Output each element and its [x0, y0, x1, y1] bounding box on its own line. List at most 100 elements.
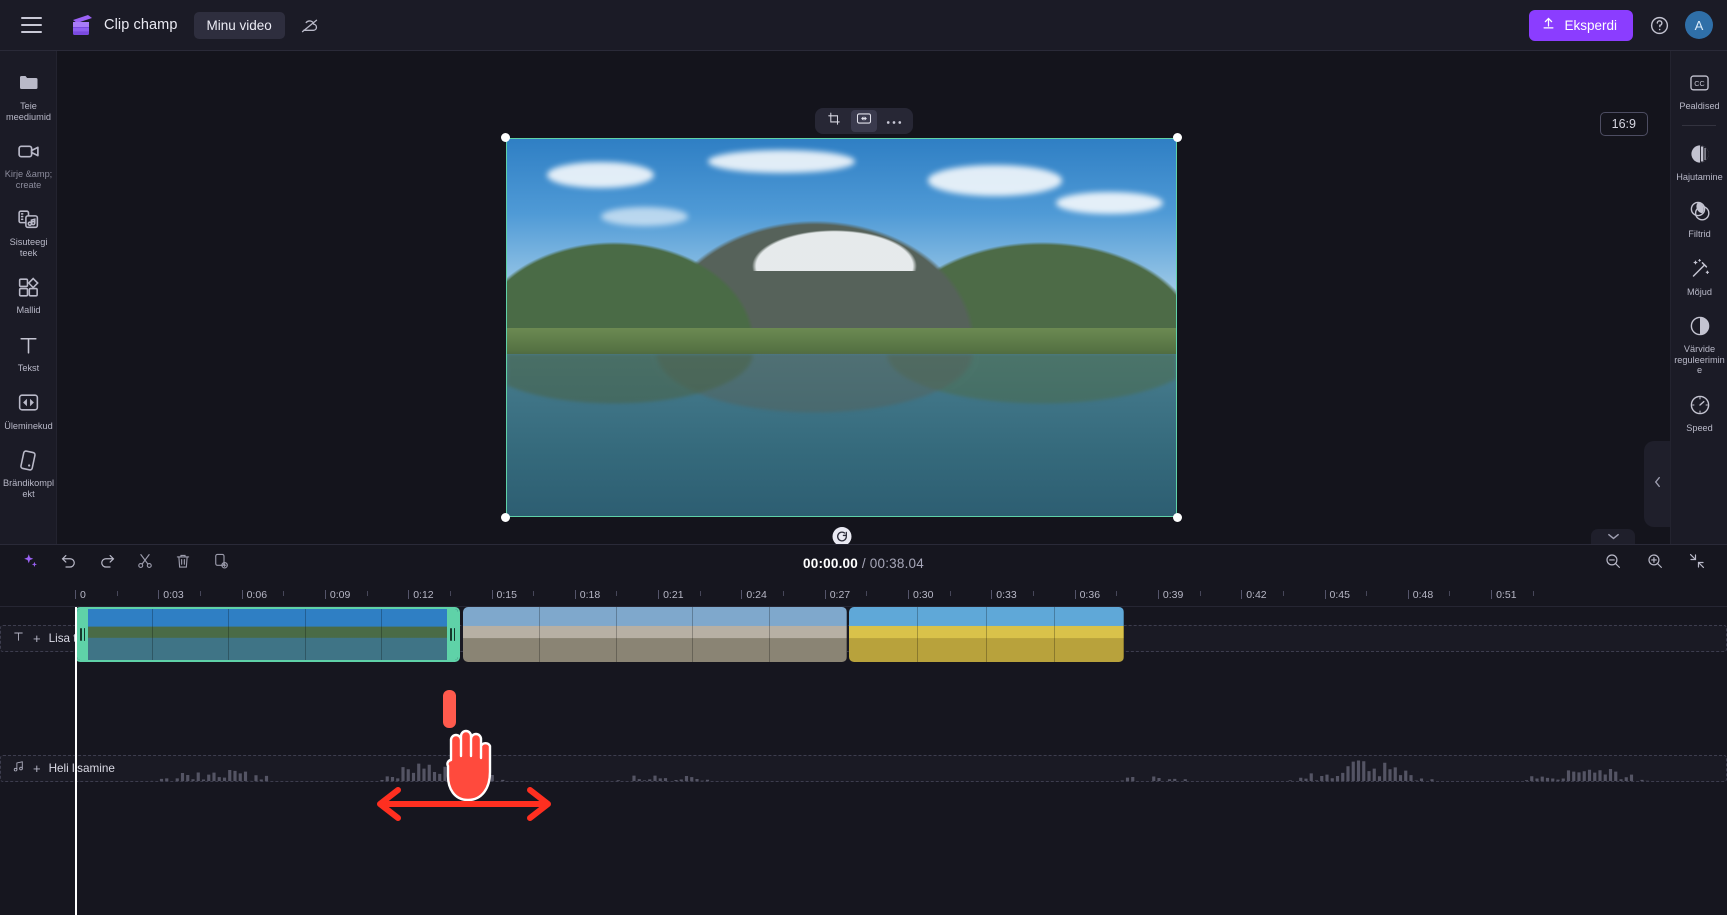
clip-thumbnail [229, 609, 305, 660]
video-clip-1[interactable] [75, 607, 460, 662]
video-clip-3[interactable] [849, 607, 1124, 662]
resize-handle-bottom-left[interactable] [501, 513, 510, 522]
ruler-tick-minor [200, 591, 201, 596]
audio-waveform [151, 756, 1726, 782]
ruler-tick-minor [1533, 591, 1534, 596]
brand[interactable]: Clip champ [70, 14, 178, 36]
undo-button[interactable] [56, 551, 81, 576]
timeline-collapse-button[interactable] [1591, 529, 1635, 544]
fade-icon [1687, 141, 1713, 167]
ruler-tick [1325, 590, 1326, 599]
aspect-ratio-button[interactable]: 16:9 [1600, 112, 1648, 136]
ruler-label: 0:39 [1163, 589, 1183, 601]
clip-thumbnail [153, 609, 229, 660]
sidebar-item-your-media[interactable]: Teie meediumid [0, 61, 57, 129]
add-text-plus[interactable]: + [33, 631, 41, 646]
right-panel-collapse-button[interactable] [1644, 441, 1670, 527]
clip-thumbnail [987, 607, 1056, 662]
hamburger-icon[interactable] [14, 8, 48, 42]
timeline-zoom-controls [1600, 551, 1709, 576]
zoom-in-button[interactable] [1642, 551, 1667, 576]
ai-suggest-button[interactable] [18, 551, 43, 576]
trim-handle-left[interactable] [77, 609, 88, 660]
color-adjust-icon [1687, 313, 1713, 339]
folder-icon [16, 70, 42, 96]
sidebar-item-templates[interactable]: Mallid [0, 265, 57, 323]
closed-captions-icon: CC [1687, 70, 1713, 96]
video-preview[interactable] [506, 138, 1177, 517]
transitions-icon [16, 390, 42, 416]
help-circle-icon[interactable] [1646, 12, 1672, 38]
more-options-button[interactable] [881, 110, 907, 132]
ruler-tick [1241, 590, 1242, 599]
sidebar-item-filters[interactable]: Filtrid [1671, 189, 1727, 247]
trim-handle-right[interactable] [447, 609, 458, 660]
clip-thumbnail [1055, 607, 1124, 662]
video-clip-2[interactable] [463, 607, 847, 662]
undo-icon [60, 552, 78, 575]
redo-button[interactable] [94, 551, 119, 576]
ruler-tick-minor [533, 591, 534, 596]
sidebar-item-transitions[interactable]: Üleminekud [0, 381, 57, 439]
playhead[interactable] [75, 607, 77, 915]
clip-thumbnail [540, 607, 617, 662]
export-button[interactable]: Eksperdi [1529, 10, 1633, 41]
fit-button[interactable] [851, 110, 877, 132]
sidebar-item-record-create[interactable]: Kirje &amp; create [0, 129, 57, 197]
ruler-tick-minor [1200, 591, 1201, 596]
duplicate-icon [212, 552, 230, 575]
sidebar-item-effects[interactable]: Mõjud [1671, 247, 1727, 305]
ruler-tick-minor [700, 591, 701, 596]
split-button[interactable] [132, 551, 157, 576]
ruler-tick-minor [866, 591, 867, 596]
resize-handle-top-right[interactable] [1173, 133, 1182, 142]
ruler-label: 0:24 [746, 589, 766, 601]
sidebar-item-content-library[interactable]: Sisuteegi teek [0, 197, 57, 265]
clip-thumbnail [918, 607, 987, 662]
duplicate-button[interactable] [208, 551, 233, 576]
chevron-left-icon [1652, 475, 1663, 494]
audio-track[interactable]: + Heli lisamine [0, 755, 1727, 782]
timeline: 00:00.00 / 00:38.04 0 0:03 0:06 0:09 0:1… [0, 544, 1727, 915]
editor-body: Teie meediumid Kirje &amp; create Sisute… [0, 51, 1727, 544]
delete-button[interactable] [170, 551, 195, 576]
sidebar-item-captions[interactable]: CC Pealdised [1671, 61, 1727, 119]
sidebar-item-text[interactable]: Tekst [0, 323, 57, 381]
clip-thumbnail [77, 609, 153, 660]
resize-handle-top-left[interactable] [501, 133, 510, 142]
video-camera-icon [16, 138, 42, 164]
filters-icon [1687, 198, 1713, 224]
video-selection[interactable] [506, 138, 1177, 517]
preview-stage: 16:9 [57, 51, 1670, 544]
ruler-label: 0:36 [1080, 589, 1100, 601]
ruler-tick-minor [1283, 591, 1284, 596]
avatar[interactable]: A [1685, 11, 1713, 39]
sidebar-item-speed[interactable]: Speed [1671, 383, 1727, 441]
sidebar-item-brand-kit[interactable]: Brändikomplekt [0, 438, 57, 506]
fit-timeline-button[interactable] [1684, 551, 1709, 576]
clip-thumbnail [463, 607, 540, 662]
cloud-off-icon[interactable] [293, 8, 327, 42]
zoom-out-button[interactable] [1600, 551, 1625, 576]
ruler-tick [325, 590, 326, 599]
ruler-tick [1158, 590, 1159, 599]
ruler-label: 0:09 [330, 589, 350, 601]
ruler-tick [908, 590, 909, 599]
ruler-tick [991, 590, 992, 599]
ruler-tick [408, 590, 409, 599]
ruler-tick [658, 590, 659, 599]
ruler-tick-minor [1366, 591, 1367, 596]
resize-handle-bottom-right[interactable] [1173, 513, 1182, 522]
crop-button[interactable] [821, 110, 847, 132]
ruler-tick-minor [950, 591, 951, 596]
sidebar-item-label: Speed [1686, 423, 1713, 434]
add-audio-plus[interactable]: + [33, 761, 41, 776]
timeline-ruler[interactable]: 0 0:03 0:06 0:09 0:12 0:15 0:18 0:21 0:24 0:27 0:3… [0, 582, 1727, 607]
sidebar-item-label: Filtrid [1688, 229, 1710, 240]
sidebar-item-color-adjust[interactable]: Värvide reguleerimine [1671, 304, 1727, 383]
music-note-icon [12, 760, 25, 778]
clip-thumbnail [693, 607, 770, 662]
project-name-chip[interactable]: Minu video [194, 12, 285, 39]
clip-thumbnail [770, 607, 847, 662]
sidebar-item-fade[interactable]: Hajutamine [1671, 132, 1727, 190]
